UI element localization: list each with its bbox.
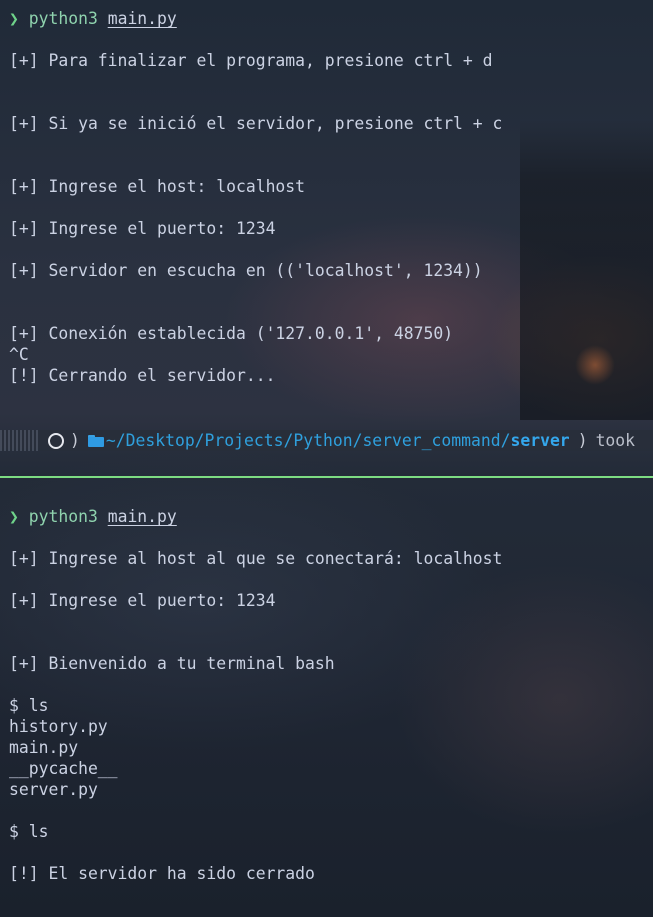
prompt-chevron-icon: ❯	[9, 507, 19, 526]
prompt-line: ❯ python3 main.py	[9, 507, 177, 527]
cwd-current-dir: server	[510, 431, 570, 450]
shell-command-line: $ ls	[9, 822, 49, 841]
output-line: [!] El servidor ha sido cerrado	[9, 864, 315, 883]
output-line: [+] Ingrese el puerto: 1234	[9, 591, 276, 610]
shell-command-line: $ ls	[9, 696, 49, 715]
prompt-chevron-icon: ❯	[9, 9, 19, 28]
file-listing-item: __pycache__	[9, 759, 118, 778]
command-file-argument[interactable]: main.py	[108, 9, 177, 28]
output-line: ^C	[9, 345, 29, 364]
segment-separator-icon: )	[577, 431, 588, 450]
prompt-line: ❯ python3 main.py	[9, 9, 177, 29]
command-file-argument[interactable]: main.py	[108, 507, 177, 526]
output-line: [!] Cerrando el servidor...	[9, 366, 276, 385]
command-name: python3	[28, 9, 98, 28]
output-line: [+] Conexión establecida ('127.0.0.1', 4…	[9, 324, 454, 343]
took-label: took	[595, 431, 636, 450]
output-line: [+] Bienvenido a tu terminal bash	[9, 654, 335, 673]
segment-separator-icon: )	[70, 431, 80, 450]
output-line: [+] Ingrese el puerto: 1234	[9, 219, 276, 238]
output-line: [+] Ingrese el host: localhost	[9, 177, 306, 196]
output-line: [+] Si ya se inició el servidor, presion…	[9, 114, 503, 133]
terminal-pane-bottom[interactable]: ❯ python3 main.py [+] Ingrese al host al…	[0, 479, 653, 917]
prompt-statusbar: ) ~/Desktop/Projects/Python/server_comma…	[0, 430, 653, 451]
output-line: [+] Ingrese al host al que se conectará:…	[9, 549, 503, 568]
command-name: python3	[28, 507, 98, 526]
terminal-pane-top[interactable]: ❯ python3 main.py [+] Para finalizar el …	[0, 0, 653, 476]
file-listing-item: main.py	[9, 738, 79, 757]
debian-swirl-icon	[48, 432, 64, 449]
pane-divider[interactable]	[0, 476, 653, 478]
output-line: [+] Para finalizar el programa, presione…	[9, 51, 493, 70]
statusbar-dotted-segment	[0, 430, 40, 451]
output-line: [+] Servidor en escucha en (('localhost'…	[9, 261, 483, 280]
file-listing-item: history.py	[9, 717, 108, 736]
file-listing-item: server.py	[9, 780, 98, 799]
cwd-path: ~/Desktop/Projects/Python/server_command…	[105, 431, 511, 450]
folder-open-icon	[87, 434, 104, 447]
